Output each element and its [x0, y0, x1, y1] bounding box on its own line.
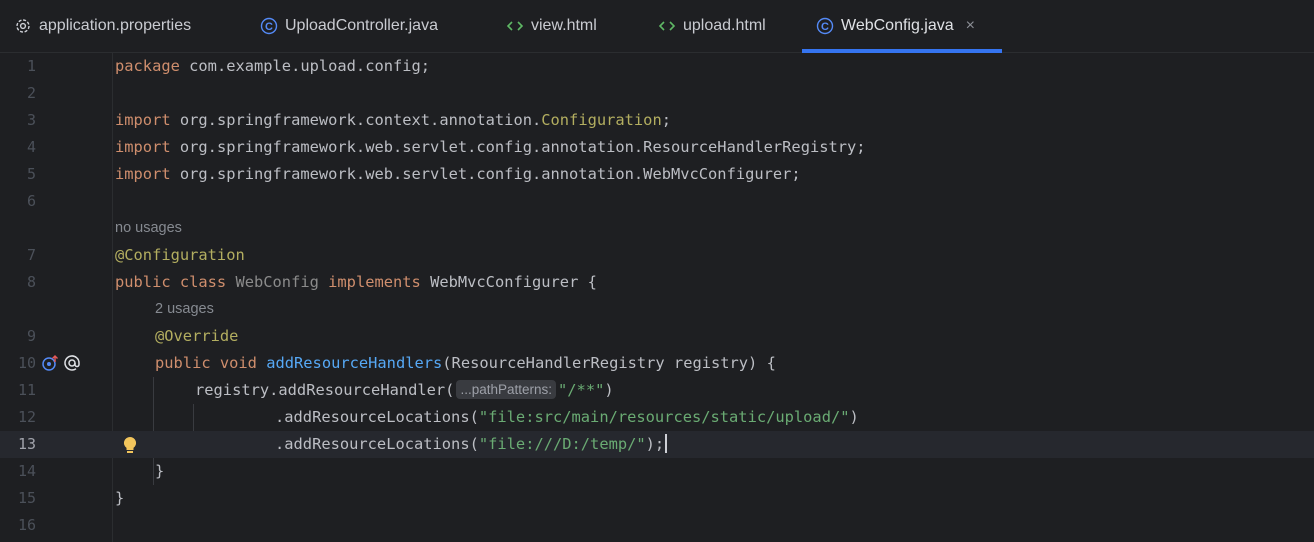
html-icon: [506, 17, 524, 35]
code-text: ;: [661, 111, 671, 129]
line-number: 1: [26, 57, 36, 75]
line-number: 11: [17, 381, 36, 399]
code-line: 3 import org.springframework.context.ann…: [0, 107, 1314, 134]
code-line: 7 @Configuration: [0, 242, 1314, 269]
line-number: 10: [17, 354, 36, 372]
code-text: com.example.upload.config;: [179, 57, 431, 75]
string-literal: "file:///D:/temp/": [478, 435, 646, 453]
code-text: .addResourceLocations(: [275, 435, 479, 453]
tab-uploadcontroller-java[interactable]: C UploadController.java: [246, 0, 492, 52]
code-line: 6: [0, 188, 1314, 215]
line-number: 14: [17, 462, 36, 480]
line-number: 16: [17, 516, 36, 534]
line-number: 13: [17, 435, 36, 453]
usages-hint-row: 2 usages: [0, 296, 1314, 323]
string-literal: "file:src/main/resources/static/upload/": [478, 408, 850, 426]
line-number: 6: [26, 192, 36, 210]
annotation-name: Configuration: [541, 111, 662, 129]
code-text: ): [849, 408, 859, 426]
line-number: 2: [26, 84, 36, 102]
keyword: public class: [115, 273, 227, 291]
text-cursor: [665, 434, 668, 453]
svg-text:C: C: [821, 21, 829, 33]
current-code-line: 13 .addResourceLocations("file:///D:/tem…: [0, 431, 1314, 458]
line-number: 7: [26, 246, 36, 264]
tab-label: view.html: [531, 17, 597, 34]
code-line: 16: [0, 512, 1314, 539]
code-line: 1 package com.example.upload.config;: [0, 53, 1314, 80]
code-line: 5 import org.springframework.web.servlet…: [0, 161, 1314, 188]
tab-upload-html[interactable]: upload.html: [644, 0, 802, 52]
usages-hint[interactable]: 2 usages: [155, 296, 214, 323]
code-line: 11 registry.addResourceHandler(...pathPa…: [0, 377, 1314, 404]
code-line: 4 import org.springframework.web.servlet…: [0, 134, 1314, 161]
keyword: import: [115, 165, 171, 183]
code-text: );: [645, 435, 665, 453]
close-tab-icon[interactable]: ×: [966, 17, 975, 35]
tab-label: UploadController.java: [285, 17, 438, 34]
line-number: 12: [17, 408, 36, 426]
keyword: import: [115, 138, 171, 156]
tab-application-properties[interactable]: application.properties: [0, 0, 246, 52]
html-icon: [658, 17, 676, 35]
svg-text:C: C: [265, 21, 273, 33]
lightbulb-icon[interactable]: [121, 435, 139, 455]
code-line: 12 .addResourceLocations("file:src/main/…: [0, 404, 1314, 431]
editor-tab-bar: application.properties C UploadControlle…: [0, 0, 1314, 53]
code-text: .addResourceLocations(: [275, 408, 479, 426]
usages-hint[interactable]: no usages: [115, 215, 182, 242]
usages-hint-row: no usages: [0, 215, 1314, 242]
code-text: WebMvcConfigurer {: [420, 273, 597, 291]
line-number: 9: [26, 327, 36, 345]
code-text: org.springframework.web.servlet.config.a…: [170, 138, 866, 156]
tab-label: upload.html: [683, 17, 766, 34]
code-line: 14 }: [0, 458, 1314, 485]
keyword: import: [115, 111, 171, 129]
annotation: @Configuration: [115, 246, 245, 264]
tab-view-html[interactable]: view.html: [492, 0, 644, 52]
keyword: package: [115, 57, 180, 75]
override-method-icon[interactable]: [41, 354, 59, 372]
code-line: 2: [0, 80, 1314, 107]
code-text: }: [155, 462, 165, 480]
keyword: implements: [328, 273, 421, 291]
code-editor[interactable]: 1 package com.example.upload.config; 2 3…: [0, 53, 1314, 542]
line-number: 3: [26, 111, 36, 129]
code-line: 8 public class WebConfig implements WebM…: [0, 269, 1314, 296]
code-text: }: [115, 489, 125, 507]
code-text: registry.addResourceHandler(: [195, 381, 455, 399]
line-number: 4: [26, 138, 36, 156]
class-name: WebConfig: [226, 273, 329, 291]
parameter-hint: ...pathPatterns:: [456, 380, 557, 399]
code-line: 10 public void addResourceHandlers(Resou…: [0, 350, 1314, 377]
tab-label: WebConfig.java: [841, 17, 954, 34]
code-line: 9 @Override: [0, 323, 1314, 350]
line-number: 5: [26, 165, 36, 183]
line-number: 8: [26, 273, 36, 291]
at-annotation-icon[interactable]: [63, 354, 81, 372]
gear-icon: [14, 17, 32, 35]
code-text: org.springframework.context.annotation.: [170, 111, 542, 129]
string-literal: "/**": [558, 381, 605, 399]
tab-label: application.properties: [39, 17, 192, 34]
keyword: public void: [155, 354, 257, 372]
code-line: 15 }: [0, 485, 1314, 512]
java-class-icon: C: [260, 17, 278, 35]
method-name: addResourceHandlers: [266, 354, 443, 372]
code-text: ): [604, 381, 614, 399]
annotation: @Override: [155, 327, 239, 345]
java-class-icon: C: [816, 17, 834, 35]
code-text: org.springframework.web.servlet.config.a…: [170, 165, 801, 183]
code-text: (ResourceHandlerRegistry registry) {: [442, 354, 776, 372]
tab-webconfig-java[interactable]: C WebConfig.java ×: [802, 0, 1002, 53]
line-number: 15: [17, 489, 36, 507]
